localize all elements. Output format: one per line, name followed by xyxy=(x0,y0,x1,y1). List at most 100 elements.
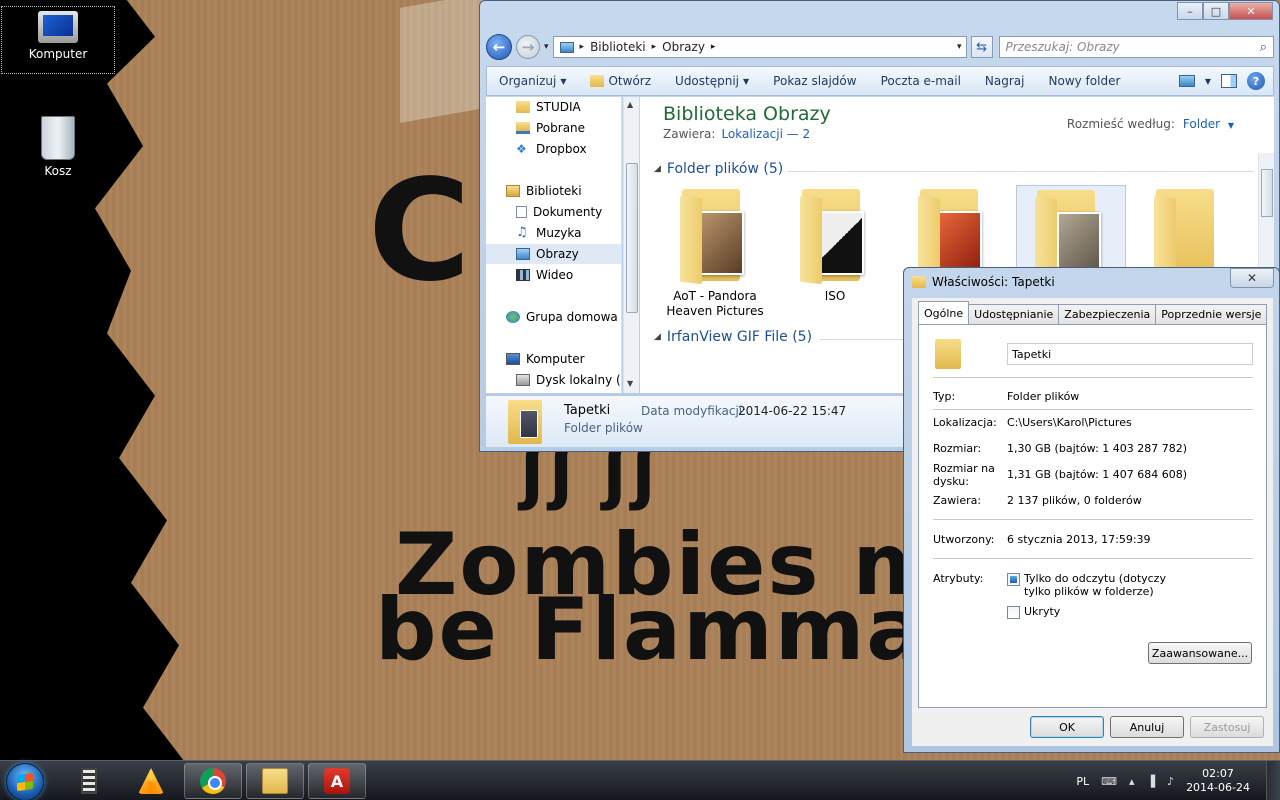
forward-button[interactable]: → xyxy=(516,35,540,59)
nav-item-computer[interactable]: Komputer xyxy=(506,349,585,369)
tab-sharing[interactable]: Udostępnianie xyxy=(968,304,1060,324)
recent-pages-dropdown[interactable]: ▾ xyxy=(544,42,549,52)
minimize-button[interactable]: – xyxy=(1177,2,1203,20)
folder-icon xyxy=(680,185,750,285)
divider xyxy=(933,409,1253,410)
folder-name-field[interactable] xyxy=(1007,343,1253,365)
refresh-button[interactable]: ⇆ xyxy=(970,36,993,58)
nav-item-documents[interactable]: Dokumenty xyxy=(516,202,602,222)
disk-size-value: 1,31 GB (bajtów: 1 407 684 608) xyxy=(1007,468,1188,481)
desktop-icon-recycle-bin[interactable]: Kosz xyxy=(1,114,115,178)
new-folder-button[interactable]: Nowy folder xyxy=(1037,74,1133,88)
address-bar[interactable]: ▸ Biblioteki ▸ Obrazy ▸ ▾ xyxy=(552,36,967,58)
nav-item-homegroup[interactable]: Grupa domowa xyxy=(506,307,618,327)
nav-item-dropbox[interactable]: ❖ Dropbox xyxy=(516,139,587,159)
help-icon[interactable]: ? xyxy=(1247,72,1265,90)
folder-item[interactable]: AoT - Pandora Heaven Pictures xyxy=(660,185,770,319)
scroll-up-icon[interactable]: ▲ xyxy=(627,100,633,109)
taskbar-aimp-app[interactable] xyxy=(122,763,180,799)
search-input[interactable]: Przeszukaj: Obrazy ⌕ xyxy=(998,36,1274,58)
nav-item-libraries[interactable]: Biblioteki xyxy=(506,181,582,201)
language-indicator[interactable]: PL xyxy=(1076,775,1089,788)
recycle-bin-icon xyxy=(41,116,75,160)
checkbox[interactable] xyxy=(1007,606,1020,619)
readonly-checkbox[interactable]: Tylko do odczytu (dotyczy tylko plików w… xyxy=(1007,572,1177,598)
nav-item-label: Dysk lokalny (C:) xyxy=(536,373,621,387)
taskbar-acrobat[interactable]: A xyxy=(308,763,366,799)
keyboard-icon[interactable]: ⌨ xyxy=(1101,775,1117,788)
change-view-icon[interactable] xyxy=(1178,75,1195,87)
breadcrumb-separator[interactable]: ▸ xyxy=(652,42,657,52)
hidden-checkbox[interactable]: Ukryty xyxy=(1007,605,1060,619)
library-contains: Zawiera: Lokalizacji — 2 xyxy=(663,127,810,141)
email-button[interactable]: Poczta e-mail xyxy=(869,74,973,88)
hidden-label: Ukryty xyxy=(1024,605,1061,618)
taskbar-explorer[interactable] xyxy=(246,763,304,799)
tab-general[interactable]: Ogólne xyxy=(918,301,970,324)
breadcrumb-pictures[interactable]: Obrazy xyxy=(662,40,705,54)
show-hidden-icons-icon[interactable]: ▴ xyxy=(1129,775,1135,788)
taskbar-chrome[interactable] xyxy=(184,763,242,799)
advanced-button[interactable]: Zaawansowane... xyxy=(1148,642,1252,664)
organize-label: Organizuj xyxy=(499,74,557,88)
group-header-file-folders[interactable]: ◢ Folder plików (5) xyxy=(654,161,783,177)
scrollbar-thumb[interactable] xyxy=(626,163,638,313)
group-divider xyxy=(788,171,1254,172)
search-placeholder: Przeszukaj: Obrazy xyxy=(1005,40,1120,54)
group-header-irfanview-gif[interactable]: ◢ IrfanView GIF File (5) xyxy=(654,329,812,345)
nav-item-studia[interactable]: STUDIA xyxy=(516,97,581,117)
organize-button[interactable]: Organizuj ▼ xyxy=(487,74,578,88)
breadcrumb-separator[interactable]: ▸ xyxy=(711,42,716,52)
scrollbar-thumb[interactable] xyxy=(1261,169,1273,217)
slideshow-button[interactable]: Pokaz slajdów xyxy=(761,74,868,88)
taskbar-filmstrip-app[interactable] xyxy=(60,763,118,799)
back-button[interactable]: ← xyxy=(486,34,512,60)
folder-icon xyxy=(912,276,926,288)
scroll-down-icon[interactable]: ▼ xyxy=(627,379,633,388)
arrange-by-dropdown[interactable]: Folder xyxy=(1183,117,1220,131)
burn-button[interactable]: Nagraj xyxy=(973,74,1037,88)
address-dropdown-icon[interactable]: ▾ xyxy=(957,42,962,52)
library-locations-link[interactable]: Lokalizacji — 2 xyxy=(721,127,810,141)
computer-icon xyxy=(38,11,78,43)
close-button[interactable]: ✕ xyxy=(1229,2,1273,20)
nav-item-local-disk[interactable]: Dysk lokalny (C:) xyxy=(516,370,621,390)
breadcrumb-libraries[interactable]: Biblioteki xyxy=(590,40,646,54)
cancel-button[interactable]: Anuluj xyxy=(1110,716,1184,738)
tab-previous-versions[interactable]: Poprzednie wersje xyxy=(1155,304,1268,324)
breadcrumb-separator[interactable]: ▸ xyxy=(580,42,585,52)
show-desktop-button[interactable] xyxy=(1266,761,1280,800)
apply-button[interactable]: Zastosuj xyxy=(1190,716,1264,738)
folder-icon xyxy=(935,339,961,369)
chevron-down-icon: ▼ xyxy=(743,76,750,86)
tab-security[interactable]: Zabezpieczenia xyxy=(1058,304,1157,324)
folder-icon xyxy=(262,768,288,794)
details-modified-label: Data modyfikacji: xyxy=(641,404,747,418)
dialog-body: Ogólne Udostępnianie Zabezpieczenia Popr… xyxy=(912,298,1273,746)
ok-button[interactable]: OK xyxy=(1030,716,1104,738)
desktop-icon-computer[interactable]: Komputer xyxy=(1,6,115,74)
folder-icon xyxy=(590,75,605,87)
folder-item[interactable]: ISO xyxy=(780,185,890,304)
network-icon[interactable]: ▐ xyxy=(1147,775,1155,788)
divider xyxy=(933,558,1253,559)
clock[interactable]: 02:07 2014-06-24 xyxy=(1186,767,1250,795)
view-dropdown-icon[interactable]: ▼ xyxy=(1205,77,1211,86)
open-button[interactable]: Otwórz xyxy=(578,74,663,88)
command-bar: Organizuj ▼ Otwórz Udostępnij ▼ Pokaz slaj… xyxy=(486,66,1274,96)
search-icon[interactable]: ⌕ xyxy=(1260,40,1267,55)
close-button[interactable]: ✕ xyxy=(1230,268,1274,288)
chevron-down-icon[interactable]: ▼ xyxy=(1228,121,1234,130)
volume-icon[interactable]: ♪ xyxy=(1167,775,1174,788)
nav-item-music[interactable]: ♫ Muzyka xyxy=(516,223,581,243)
share-button[interactable]: Udostępnij ▼ xyxy=(663,74,761,88)
nav-item-pictures[interactable]: Obrazy xyxy=(486,244,621,264)
preview-pane-icon[interactable] xyxy=(1221,74,1237,88)
start-button[interactable] xyxy=(6,763,44,800)
navigation-scrollbar[interactable]: ▲ ▼ xyxy=(623,97,639,393)
nav-item-downloads[interactable]: Pobrane xyxy=(516,118,585,138)
music-icon: ♫ xyxy=(516,225,528,240)
maximize-button[interactable]: □ xyxy=(1203,2,1229,20)
nav-item-videos[interactable]: Wideo xyxy=(516,265,573,285)
checkbox-mixed[interactable] xyxy=(1007,573,1020,586)
